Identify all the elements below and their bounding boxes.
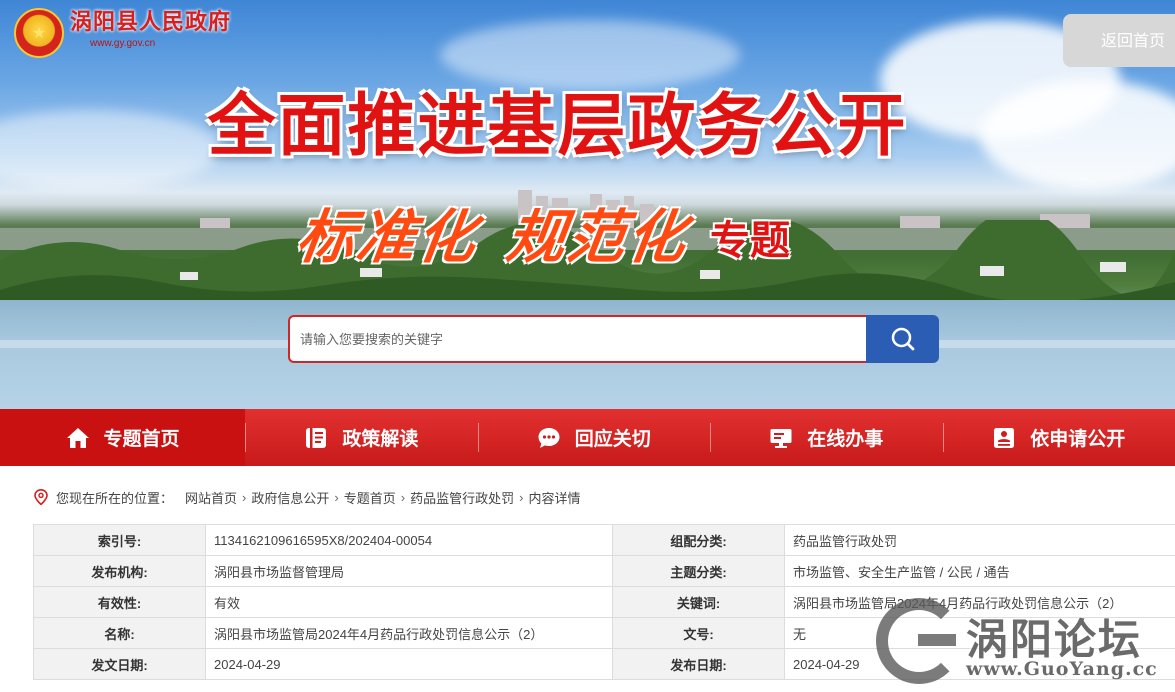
nav-item-policy-interpretation[interactable]: 政策解读: [245, 409, 477, 466]
banner-subtitle: 标准化 规范化 专题: [293, 190, 791, 274]
nav-label: 政策解读: [342, 428, 419, 450]
breadcrumb-separator: ›: [519, 489, 524, 505]
search-button[interactable]: [866, 315, 939, 363]
nav-item-disclosure-on-request[interactable]: 依申请公开: [942, 409, 1175, 466]
index-number-value: 11341621096165​95X8/202404-00054: [205, 524, 613, 556]
subtitle-standardization: 标准化: [292, 203, 483, 271]
doc-number-label: 文号:: [612, 617, 785, 649]
main-nav: 专题首页 政策解读 回应关切 在线办事 依申请公开: [0, 409, 1175, 466]
breadcrumb-lead: 您现在所在的位置：: [56, 490, 174, 506]
category-label: 组配分类:: [612, 524, 785, 556]
nav-label: 回应关切: [574, 428, 651, 450]
nav-label: 专题首页: [103, 428, 180, 450]
search-bar: [288, 315, 939, 363]
computer-icon: [769, 426, 793, 450]
watermark-logo-bar: [918, 634, 956, 646]
site-domain: www.gy.gov.cn: [90, 38, 156, 49]
index-number-label: 索引号:: [33, 524, 206, 556]
category-value: 药品监管行政处罚: [784, 524, 1175, 556]
issue-date-value: 2024-04-29: [205, 648, 613, 680]
id-card-icon: [992, 426, 1016, 450]
table-row: 发布机构: 涡阳县市场监督管理局 主题分类: 市场监管、安全生产监管 / 公民 …: [33, 555, 1175, 587]
title-label: 名称:: [33, 617, 206, 649]
nav-item-topic-home[interactable]: 专题首页: [0, 409, 246, 466]
nav-label: 在线办事: [807, 428, 884, 450]
national-emblem-icon: ★: [14, 8, 64, 58]
search-icon: [891, 327, 914, 351]
site-name: 涡阳县人民政府: [70, 10, 232, 35]
subtitle-normalization: 规范化: [502, 203, 693, 271]
publisher-label: 发布机构:: [33, 555, 206, 587]
breadcrumb-link-topic-home[interactable]: 专题首页: [344, 488, 396, 507]
home-icon: [66, 426, 90, 450]
site-logo[interactable]: ★ 涡阳县人民政府 www.gy.gov.cn: [14, 8, 231, 58]
breadcrumb-link-drug-penalty[interactable]: 药品监管行政处罚: [410, 488, 514, 507]
search-input[interactable]: [288, 315, 866, 363]
nav-item-respond-concerns[interactable]: 回应关切: [477, 409, 710, 466]
chat-icon: [537, 426, 561, 450]
breadcrumb-link-site-home[interactable]: 网站首页: [185, 488, 237, 507]
subtitle-topic-label: 专题: [710, 218, 791, 264]
validity-value: 有效: [205, 586, 613, 618]
nav-item-online-service[interactable]: 在线办事: [710, 409, 942, 466]
breadcrumb-separator: ›: [334, 489, 339, 505]
breadcrumb-link-gov-info[interactable]: 政府信息公开: [251, 488, 329, 507]
location-pin-icon: [34, 489, 48, 505]
return-home-button[interactable]: 返回首页: [1063, 14, 1175, 67]
breadcrumb: 您现在所在的位置： 网站首页 › 政府信息公开 › 专题首页 › 药品监管行政处…: [34, 486, 580, 508]
breadcrumb-current: 内容详情: [528, 490, 581, 506]
breadcrumb-separator: ›: [242, 489, 247, 505]
publish-date-label: 发布日期:: [612, 648, 785, 680]
nav-label: 依申请公开: [1030, 428, 1126, 450]
banner-title: 全面推进基层政务公开: [207, 87, 908, 166]
keywords-label: 关键词:: [612, 586, 785, 618]
validity-label: 有效性:: [33, 586, 206, 618]
forum-watermark: 涡阳论坛 www.GuoYang.cc: [876, 598, 1175, 692]
watermark-url: www.GuoYang.cc: [966, 658, 1158, 680]
publisher-value: 涡阳县市场监督管理局: [205, 555, 613, 587]
title-value: 涡阳县市场监管局2024年4月药品行政处罚信息公示（2）: [205, 617, 613, 649]
subject-label: 主题分类:: [612, 555, 785, 587]
issue-date-label: 发文日期:: [33, 648, 206, 680]
table-row: 索引号: 11341621096165​95X8/202404-00054 组配…: [33, 524, 1175, 556]
breadcrumb-separator: ›: [400, 489, 406, 505]
document-icon: [304, 426, 328, 450]
header-banner: ★ 涡阳县人民政府 www.gy.gov.cn 返回首页 全面推进基层政务公开 …: [0, 0, 1175, 409]
subject-value: 市场监管、安全生产监管 / 公民 / 通告: [784, 555, 1175, 587]
